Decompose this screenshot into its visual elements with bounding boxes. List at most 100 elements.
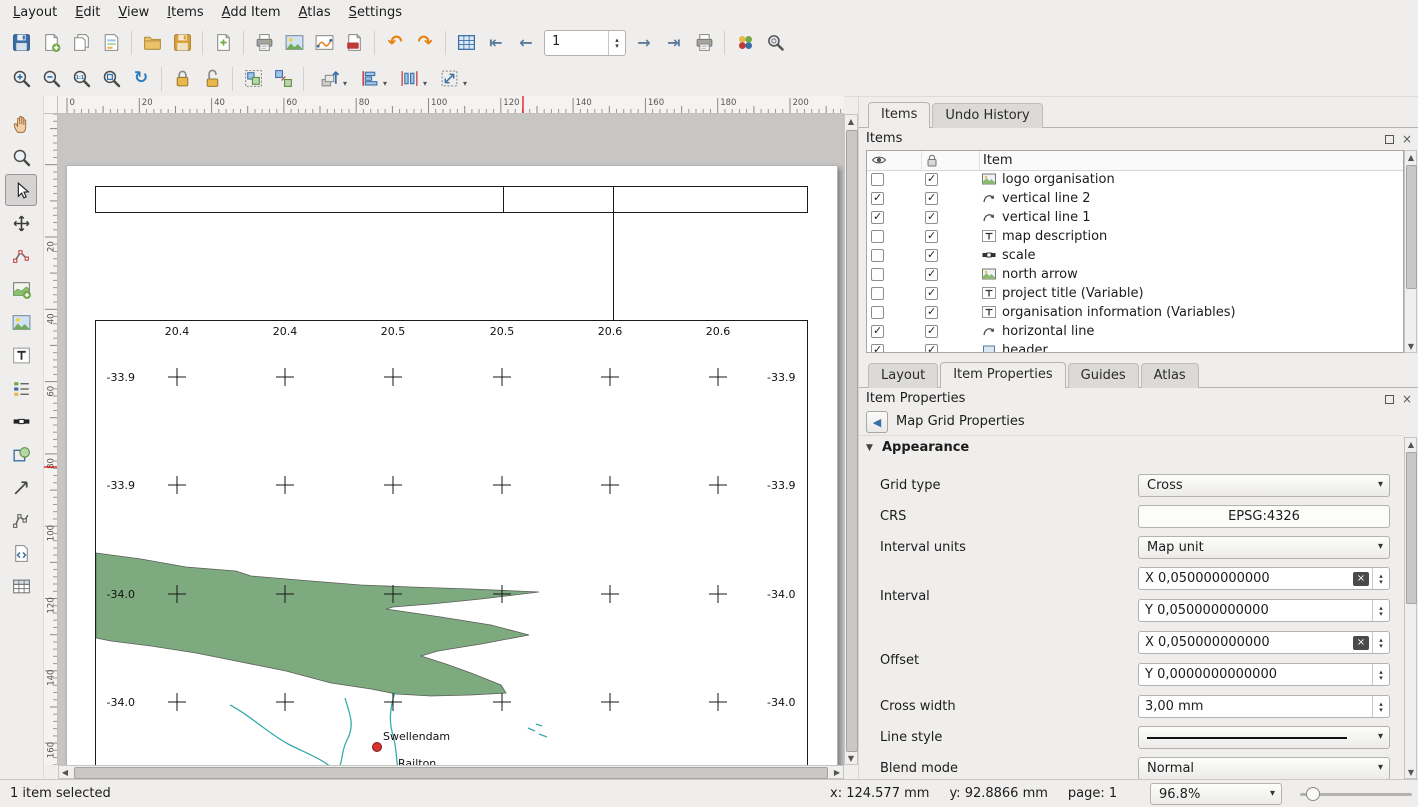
refresh-view-button[interactable]: ↻ (126, 64, 156, 94)
add-map-tool[interactable] (5, 273, 37, 305)
interval-y-input[interactable]: Y 0,050000000000 ▴▾ (1138, 599, 1390, 622)
spinner-arrows[interactable]: ▴▾ (1372, 696, 1389, 717)
items-tree-row[interactable]: project title (Variable) (867, 284, 1403, 303)
items-tree-row[interactable]: scale (867, 246, 1403, 265)
item-visibility-checkbox[interactable] (871, 287, 884, 300)
blend-mode-select[interactable]: Normal ▾ (1138, 757, 1390, 780)
scrollbar-thumb[interactable] (1406, 452, 1417, 604)
export-as-svg-button[interactable] (309, 28, 339, 58)
item-lock-checkbox[interactable] (925, 287, 938, 300)
items-tree-row[interactable]: vertical line 1 (867, 208, 1403, 227)
spinner-arrows[interactable]: ▴▾ (1372, 600, 1389, 621)
add-scalebar-tool[interactable] (5, 405, 37, 437)
spinner-arrows[interactable]: ▴▾ (608, 31, 625, 55)
lock-items-button[interactable] (167, 64, 197, 94)
properties-scrollbar[interactable]: ▲ ▼ (1404, 437, 1417, 779)
add-legend-tool[interactable] (5, 372, 37, 404)
tab-undo-history[interactable]: Undo History (932, 103, 1042, 128)
print-layout-button[interactable] (249, 28, 279, 58)
save-as-template-button[interactable] (167, 28, 197, 58)
vertical-line-2-item[interactable] (613, 186, 614, 320)
items-tree-row[interactable]: north arrow (867, 265, 1403, 284)
zoom-level-select[interactable]: 96.8% ▾ (1150, 783, 1282, 805)
offset-y-input[interactable]: Y 0,0000000000000 ▴▾ (1138, 663, 1390, 686)
tab-atlas[interactable]: Atlas (1141, 363, 1199, 388)
add-items-from-template-button[interactable] (137, 28, 167, 58)
previous-feature-button[interactable]: ← (511, 28, 541, 58)
scroll-up-icon[interactable]: ▲ (845, 115, 857, 127)
items-tree-row[interactable]: vertical line 2 (867, 189, 1403, 208)
group-items-button[interactable] (238, 64, 268, 94)
item-visibility-checkbox[interactable] (871, 192, 884, 205)
scroll-up-icon[interactable]: ▲ (1405, 151, 1417, 163)
layout-canvas[interactable]: 20.420.420.520.520.620.6-33.9-33.9-34.0-… (58, 114, 844, 765)
raise-items-button[interactable]: ▾ (309, 64, 349, 94)
scrollbar-thumb[interactable] (74, 767, 828, 779)
distribute-items-button[interactable]: ▾ (389, 64, 429, 94)
items-tree-row[interactable]: horizontal line (867, 322, 1403, 341)
item-lock-checkbox[interactable] (925, 344, 938, 353)
item-visibility-checkbox[interactable] (871, 249, 884, 262)
vertical-scrollbar[interactable]: ▲ ▼ (844, 114, 858, 765)
duplicate-layout-button[interactable] (66, 28, 96, 58)
add-picture-tool[interactable] (5, 306, 37, 338)
items-scrollbar[interactable]: ▲ ▼ (1404, 150, 1417, 353)
add-label-tool[interactable] (5, 339, 37, 371)
unlock-items-button[interactable] (197, 64, 227, 94)
align-items-button[interactable]: ▾ (349, 64, 389, 94)
layout-manager-button[interactable] (96, 28, 126, 58)
items-tree-row[interactable]: map description (867, 227, 1403, 246)
zoom-actual-button[interactable]: 1:1 (66, 64, 96, 94)
select-move-item-tool[interactable] (5, 174, 37, 206)
clear-value-icon[interactable]: × (1353, 636, 1369, 650)
atlas-feature-input[interactable]: 1▴▾ (544, 30, 626, 56)
crs-button[interactable]: EPSG:4326 (1138, 505, 1390, 528)
close-panel-icon[interactable]: × (1400, 132, 1414, 146)
scroll-up-icon[interactable]: ▲ (1405, 438, 1417, 450)
float-panel-icon[interactable] (1382, 132, 1396, 146)
header-frame-item[interactable] (95, 186, 808, 213)
tab-guides[interactable]: Guides (1068, 363, 1139, 388)
item-lock-checkbox[interactable] (925, 230, 938, 243)
last-feature-button[interactable]: ⇥ (659, 28, 689, 58)
add-node-item-tool[interactable] (5, 504, 37, 536)
items-tree-row[interactable]: header (867, 341, 1403, 353)
spinner-arrows[interactable]: ▴▾ (1372, 632, 1389, 653)
move-item-content-tool[interactable] (5, 207, 37, 239)
scroll-down-icon[interactable]: ▼ (1405, 340, 1417, 352)
zoom-slider[interactable] (1300, 780, 1412, 807)
export-atlas-button[interactable] (730, 28, 760, 58)
preview-atlas-button[interactable] (451, 28, 481, 58)
item-visibility-checkbox[interactable] (871, 230, 884, 243)
menu-items[interactable]: Items (158, 2, 212, 23)
scrollbar-thumb[interactable] (1406, 165, 1417, 289)
item-visibility-checkbox[interactable] (871, 306, 884, 319)
menu-settings[interactable]: Settings (340, 2, 411, 23)
add-attribute-table-tool[interactable] (5, 570, 37, 602)
item-lock-checkbox[interactable] (925, 211, 938, 224)
item-visibility-checkbox[interactable] (871, 173, 884, 186)
item-lock-checkbox[interactable] (925, 325, 938, 338)
undo-button[interactable]: ↶ (380, 28, 410, 58)
add-arrow-tool[interactable] (5, 471, 37, 503)
vertical-line-1-item[interactable] (503, 186, 504, 213)
scroll-down-icon[interactable]: ▼ (845, 752, 857, 764)
next-feature-button[interactable]: → (629, 28, 659, 58)
menu-layout[interactable]: Layout (4, 2, 66, 23)
interval-units-select[interactable]: Map unit ▾ (1138, 536, 1390, 559)
items-tree-row[interactable]: organisation information (Variables) (867, 303, 1403, 322)
add-html-tool[interactable] (5, 537, 37, 569)
map-item[interactable]: 20.420.420.520.520.620.6-33.9-33.9-34.0-… (95, 320, 808, 765)
tab-item-properties[interactable]: Item Properties (940, 362, 1065, 388)
menu-view[interactable]: View (109, 2, 158, 23)
items-tree-row[interactable]: logo organisation (867, 170, 1403, 189)
tab-layout[interactable]: Layout (868, 363, 938, 388)
tab-items[interactable]: Items (868, 102, 930, 128)
slider-handle[interactable] (1306, 787, 1320, 801)
scroll-down-icon[interactable]: ▼ (1405, 766, 1417, 778)
spinner-arrows[interactable]: ▴▾ (1372, 664, 1389, 685)
export-as-pdf-button[interactable] (339, 28, 369, 58)
menu-atlas[interactable]: Atlas (290, 2, 340, 23)
zoom-in-button[interactable] (6, 64, 36, 94)
add-pages-button[interactable] (208, 28, 238, 58)
